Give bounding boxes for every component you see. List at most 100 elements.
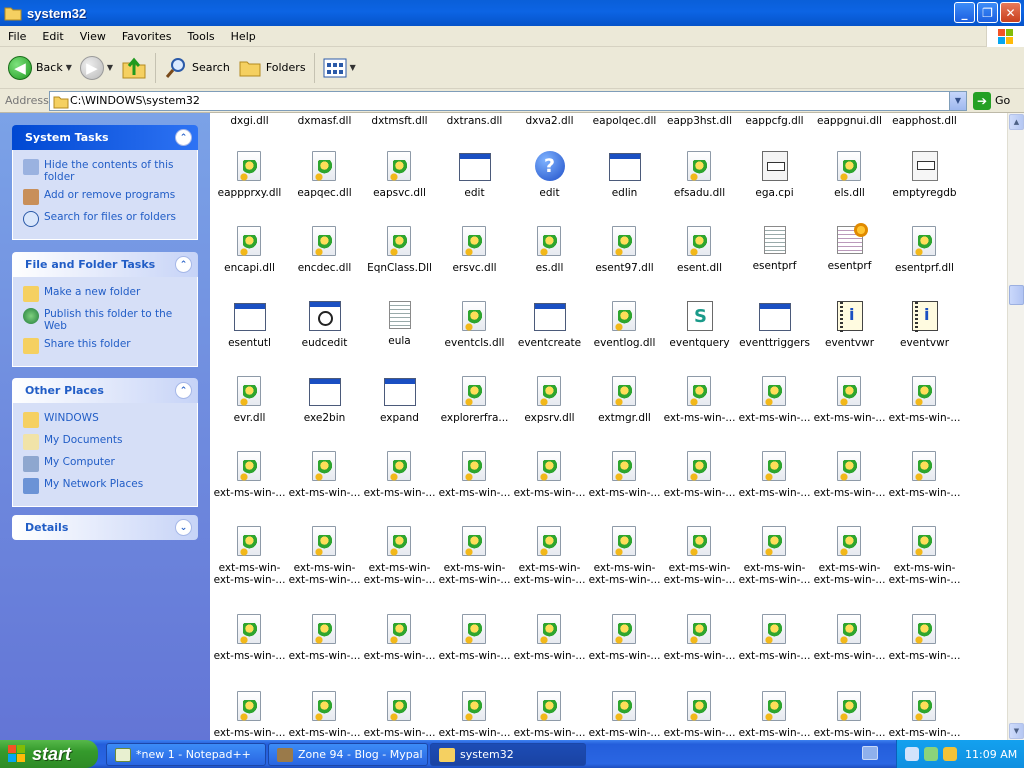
file-item[interactable]: esentprf.dll <box>887 226 962 274</box>
file-item[interactable]: eapsvc.dll <box>362 151 437 199</box>
vertical-scrollbar[interactable]: ▲ ▼ <box>1007 113 1024 740</box>
file-item[interactable]: ext-ms-win-... <box>812 376 887 424</box>
taskbar-button-system32[interactable]: system32 <box>430 743 586 766</box>
file-label[interactable]: eappcfg.dll <box>737 115 812 127</box>
file-item[interactable]: eapqec.dll <box>287 151 362 199</box>
clock[interactable]: 11:09 AM <box>965 748 1017 761</box>
chevron-down-icon[interactable]: ▼ <box>350 63 356 72</box>
go-button[interactable]: ➔ Go <box>973 91 1010 110</box>
place-my-computer[interactable]: My Computer <box>23 456 189 472</box>
file-item[interactable]: ext-ms-win-... <box>212 614 287 662</box>
file-item[interactable]: esentprf <box>812 223 887 272</box>
file-item[interactable]: extmgr.dll <box>587 376 662 424</box>
search-button[interactable]: Search <box>160 50 234 86</box>
title-bar[interactable]: system32 _ ❐ ✕ <box>0 0 1024 26</box>
maximize-button[interactable]: ❐ <box>977 2 998 23</box>
forward-button[interactable]: ▶ ▼ <box>76 50 117 86</box>
file-item[interactable]: ext-ms-win-... <box>212 451 287 499</box>
file-item[interactable]: esentprf <box>737 226 812 272</box>
file-label[interactable]: dxmasf.dll <box>287 115 362 127</box>
file-item[interactable]: eula <box>362 301 437 347</box>
file-item[interactable]: ext-ms-win-... <box>512 691 587 739</box>
file-item[interactable]: ext-ms-win-... <box>662 451 737 499</box>
task-add-remove-programs[interactable]: Add or remove programs <box>23 189 189 205</box>
file-item[interactable]: ext-ms-win-... <box>887 451 962 499</box>
file-item[interactable]: exe2bin <box>287 376 362 424</box>
file-item[interactable]: ext-ms-win-... <box>887 376 962 424</box>
file-item[interactable]: eudcedit <box>287 301 362 349</box>
file-item[interactable]: ext-ms-win- ext-ms-win-... <box>212 526 287 586</box>
file-item[interactable]: ext-ms-win-... <box>437 614 512 662</box>
system-tasks-header[interactable]: System Tasks ⌃ <box>12 125 198 150</box>
start-button[interactable]: start <box>0 740 98 768</box>
file-item[interactable]: eappprxy.dll <box>212 151 287 199</box>
file-item[interactable]: ext-ms-win-... <box>662 691 737 739</box>
file-item[interactable]: ext-ms-win- ext-ms-win-... <box>812 526 887 586</box>
menu-tools[interactable]: Tools <box>180 30 223 43</box>
tray-app-icon[interactable] <box>905 747 919 761</box>
file-item[interactable]: esent97.dll <box>587 226 662 274</box>
file-item[interactable]: ext-ms-win-... <box>662 376 737 424</box>
file-item[interactable]: ext-ms-win-... <box>887 614 962 662</box>
file-item[interactable]: encdec.dll <box>287 226 362 274</box>
collapse-icon[interactable]: ⌃ <box>175 382 192 399</box>
details-header[interactable]: Details ⌄ <box>12 515 198 540</box>
file-item[interactable]: encapi.dll <box>212 226 287 274</box>
scroll-down-button[interactable]: ▼ <box>1009 723 1024 739</box>
place-my-documents[interactable]: My Documents <box>23 434 189 450</box>
file-item[interactable]: ega.cpi <box>737 151 812 199</box>
menu-favorites[interactable]: Favorites <box>114 30 180 43</box>
file-item[interactable]: ext-ms-win-... <box>287 691 362 739</box>
file-item[interactable]: ext-ms-win-... <box>812 691 887 739</box>
scroll-up-button[interactable]: ▲ <box>1009 114 1024 130</box>
file-item[interactable]: esent.dll <box>662 226 737 274</box>
file-item[interactable]: ext-ms-win-... <box>737 691 812 739</box>
file-item[interactable]: ? edit <box>512 151 587 199</box>
place-windows[interactable]: WINDOWS <box>23 412 189 428</box>
file-item[interactable]: efsadu.dll <box>662 151 737 199</box>
file-item[interactable]: ext-ms-win- ext-ms-win-... <box>587 526 662 586</box>
file-item[interactable]: ext-ms-win-... <box>437 451 512 499</box>
file-item[interactable]: emptyregdb <box>887 151 962 199</box>
file-item[interactable]: ext-ms-win-... <box>662 614 737 662</box>
file-item[interactable]: evr.dll <box>212 376 287 424</box>
file-item[interactable]: ext-ms-win-... <box>362 614 437 662</box>
file-item[interactable]: eventvwr <box>887 301 962 349</box>
file-label[interactable]: dxtmsft.dll <box>362 115 437 127</box>
task-new-folder[interactable]: Make a new folder <box>23 286 189 302</box>
task-search-files[interactable]: Search for files or folders <box>23 211 189 227</box>
file-item[interactable]: ext-ms-win-... <box>512 451 587 499</box>
file-item[interactable]: edlin <box>587 151 662 199</box>
file-item[interactable]: ext-ms-win-... <box>362 691 437 739</box>
task-publish-web[interactable]: Publish this folder to the Web <box>23 308 189 332</box>
file-item[interactable]: expsrv.dll <box>512 376 587 424</box>
views-button[interactable]: ▼ <box>319 50 360 86</box>
file-label[interactable]: dxgi.dll <box>212 115 287 127</box>
file-label[interactable]: dxva2.dll <box>512 115 587 127</box>
minimize-button[interactable]: _ <box>954 2 975 23</box>
keyboard-icon[interactable] <box>862 746 878 760</box>
file-item[interactable]: es.dll <box>512 226 587 274</box>
file-item[interactable]: eventtriggers <box>737 301 812 349</box>
file-item[interactable]: ext-ms-win-... <box>362 451 437 499</box>
file-item[interactable]: ext-ms-win-... <box>587 614 662 662</box>
folders-button[interactable]: Folders <box>234 50 310 86</box>
file-item[interactable]: ext-ms-win-... <box>587 451 662 499</box>
scroll-thumb[interactable] <box>1009 285 1024 305</box>
file-item[interactable]: ersvc.dll <box>437 226 512 274</box>
menu-file[interactable]: File <box>0 30 34 43</box>
file-item[interactable]: eventcls.dll <box>437 301 512 349</box>
task-hide-contents[interactable]: Hide the contents of this folder <box>23 159 189 183</box>
file-label[interactable]: eapphost.dll <box>887 115 962 127</box>
file-label[interactable]: dxtrans.dll <box>437 115 512 127</box>
file-item[interactable]: EqnClass.Dll <box>362 226 437 274</box>
chevron-down-icon[interactable]: ▼ <box>949 91 966 110</box>
place-network-places[interactable]: My Network Places <box>23 478 189 494</box>
taskbar-button-notepad[interactable]: *new 1 - Notepad++ <box>106 743 266 766</box>
collapse-icon[interactable]: ⌃ <box>175 129 192 146</box>
file-list[interactable]: dxgi.dll dxmasf.dll dxtmsft.dll dxtrans.dll… <box>210 113 1007 740</box>
file-item[interactable]: ext-ms-win-... <box>287 614 362 662</box>
file-item[interactable]: ext-ms-win-... <box>737 451 812 499</box>
file-item[interactable]: ext-ms-win-... <box>737 614 812 662</box>
file-item[interactable]: esentutl <box>212 301 287 349</box>
